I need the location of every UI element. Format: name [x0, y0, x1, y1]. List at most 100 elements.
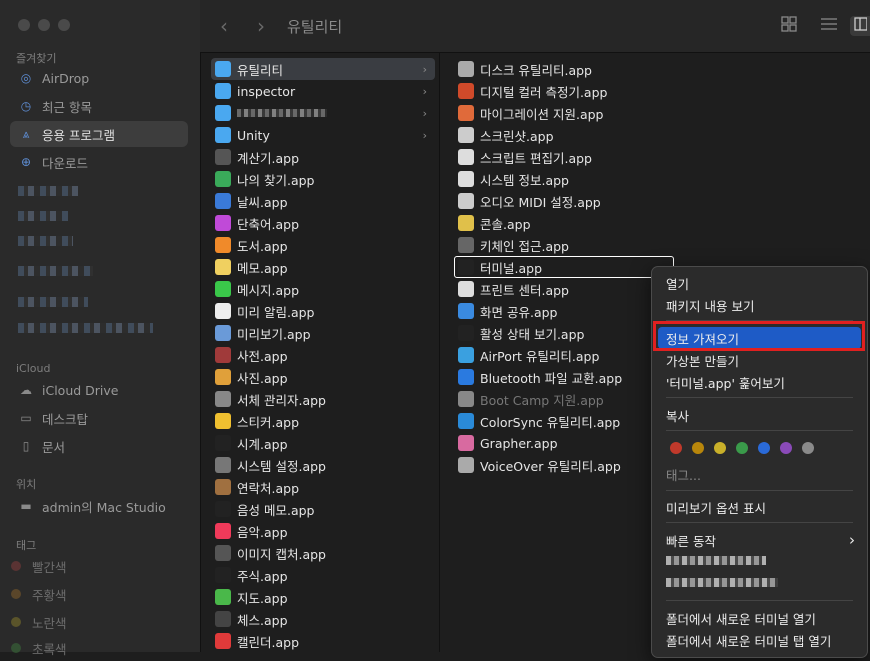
item-label: 유틸리티	[237, 62, 284, 78]
menu-item-show-preview-options[interactable]: 미리보기 옵션 표시	[658, 496, 861, 518]
list-item-app[interactable]: 키체인 접근.app	[454, 234, 694, 256]
list-item-app[interactable]: 디지털 컬러 측정기.app	[454, 80, 694, 102]
list-item-app[interactable]: 스크린샷.app	[454, 124, 694, 146]
sidebar-item-label: 문서	[42, 439, 66, 455]
redacted-sidebar-item[interactable]	[18, 297, 88, 307]
menu-item-copy[interactable]: 복사	[658, 404, 861, 426]
list-item-app[interactable]: 도서.app	[211, 234, 435, 256]
list-item-app[interactable]: 콘솔.app	[454, 212, 694, 234]
list-item-app[interactable]: 사전.app	[211, 344, 435, 366]
minimize-window-button[interactable]	[38, 19, 50, 31]
list-item-redacted-folder[interactable]: ›	[211, 102, 435, 124]
window-controls	[18, 19, 70, 31]
menu-item-new-terminal-at-folder[interactable]: 폴더에서 새로운 터미널 열기	[658, 607, 861, 629]
tag-red-icon[interactable]	[670, 442, 682, 454]
redacted-sidebar-item[interactable]	[18, 186, 78, 196]
item-label: 지도.app	[237, 590, 288, 606]
sidebar-tag-red[interactable]: 빨간색	[0, 553, 178, 579]
item-label: 체스.app	[237, 612, 288, 628]
menu-item-open[interactable]: 열기	[658, 272, 861, 294]
item-label: 미리 알림.app	[237, 304, 315, 320]
list-item-app[interactable]: 음성 메모.app	[211, 498, 435, 520]
sidebar-item-mac-studio[interactable]: ▬ admin의 Mac Studio	[10, 493, 188, 519]
item-label: AirPort 유틸리티.app	[480, 348, 600, 364]
list-view-icon[interactable]	[818, 16, 840, 36]
menu-item-label: 폴더에서 새로운 터미널 탭 열기	[666, 633, 832, 649]
list-item-app[interactable]: 연락처.app	[211, 476, 435, 498]
list-item-app[interactable]: 캘린더.app	[211, 630, 435, 652]
menu-item-quick-actions[interactable]: 빠른 동작 ›	[658, 529, 861, 551]
list-item-app[interactable]: 체스.app	[211, 608, 435, 630]
tag-yellow-icon[interactable]	[714, 442, 726, 454]
list-item-app[interactable]: 계산기.app	[211, 146, 435, 168]
sidebar-item-applications[interactable]: ⩓ 응용 프로그램	[10, 121, 188, 147]
menu-item-tags[interactable]: 태그...	[658, 463, 861, 485]
highlight-annotation-box	[653, 321, 865, 351]
list-item-app[interactable]: 터미널.app	[454, 256, 674, 278]
redacted-sidebar-item[interactable]	[18, 266, 93, 276]
list-item-utilities-folder[interactable]: 유틸리티 ›	[211, 58, 435, 80]
column-view-icon[interactable]	[850, 16, 870, 36]
menu-item-make-alias[interactable]: 가상본 만들기	[658, 349, 861, 371]
tag-green-icon[interactable]	[736, 442, 748, 454]
app-icon	[458, 105, 474, 121]
tag-orange-icon[interactable]	[692, 442, 704, 454]
icon-view-grid-icon[interactable]	[778, 16, 800, 36]
list-item-app[interactable]: 주식.app	[211, 564, 435, 586]
list-item-app[interactable]: 스크립트 편집기.app	[454, 146, 694, 168]
list-item-app[interactable]: 마이그레이션 지원.app	[454, 102, 694, 124]
sidebar-item-desktop[interactable]: ▭ 데스크탑	[10, 405, 188, 431]
list-item-app[interactable]: 미리 알림.app	[211, 300, 435, 322]
list-item-app[interactable]: 날씨.app	[211, 190, 435, 212]
sidebar-tag-yellow[interactable]: 노란색	[0, 609, 178, 635]
tag-purple-icon[interactable]	[780, 442, 792, 454]
item-label: 연락처.app	[237, 480, 300, 496]
list-item-app[interactable]: 이미지 캡처.app	[211, 542, 435, 564]
tag-color-picker	[670, 442, 814, 454]
list-item-app[interactable]: 음악.app	[211, 520, 435, 542]
sidebar-item-icloud-drive[interactable]: ☁ iCloud Drive	[10, 377, 188, 403]
redacted-sidebar-item[interactable]	[18, 211, 68, 221]
sidebar-item-downloads[interactable]: ⊕ 다운로드	[10, 149, 188, 175]
redacted-menu-item[interactable]	[666, 578, 778, 587]
sidebar-item-airdrop[interactable]: ◎ AirDrop	[10, 65, 188, 91]
item-label: 계산기.app	[237, 150, 300, 166]
list-item-app[interactable]: 시계.app	[211, 432, 435, 454]
redacted-sidebar-item[interactable]	[18, 323, 153, 333]
tag-gray-icon[interactable]	[802, 442, 814, 454]
list-item-app[interactable]: 사진.app	[211, 366, 435, 388]
list-item-app[interactable]: 메모.app	[211, 256, 435, 278]
list-item-app[interactable]: 미리보기.app	[211, 322, 435, 344]
sidebar-item-recents[interactable]: ◷ 최근 항목	[10, 93, 188, 119]
redacted-menu-item[interactable]	[666, 556, 766, 565]
list-item-app[interactable]: 디스크 유틸리티.app	[454, 58, 694, 80]
tag-blue-icon[interactable]	[758, 442, 770, 454]
list-item-app[interactable]: 시스템 설정.app	[211, 454, 435, 476]
list-item-app[interactable]: 오디오 MIDI 설정.app	[454, 190, 694, 212]
close-window-button[interactable]	[18, 19, 30, 31]
list-item-app[interactable]: 나의 찾기.app	[211, 168, 435, 190]
window-title: 유틸리티	[287, 18, 343, 36]
list-item-app[interactable]: 스티커.app	[211, 410, 435, 432]
zoom-window-button[interactable]	[58, 19, 70, 31]
sidebar-tag-green[interactable]: 초록색	[0, 635, 178, 661]
menu-item-label: 패키지 내용 보기	[666, 298, 755, 314]
sidebar-item-documents[interactable]: ▯ 문서	[10, 433, 188, 459]
back-button[interactable]: ‹	[220, 14, 228, 38]
menu-item-new-terminal-tab-at-folder[interactable]: 폴더에서 새로운 터미널 탭 열기	[658, 629, 861, 651]
list-item-app[interactable]: 서체 관리자.app	[211, 388, 435, 410]
item-label: ColorSync 유틸리티.app	[480, 414, 621, 430]
list-item-app[interactable]: 지도.app	[211, 586, 435, 608]
menu-item-quick-look[interactable]: '터미널.app' 훑어보기	[658, 371, 861, 393]
list-item-app[interactable]: 시스템 정보.app	[454, 168, 694, 190]
list-item-inspector-folder[interactable]: inspector ›	[211, 80, 435, 102]
redacted-sidebar-item[interactable]	[18, 236, 73, 246]
list-item-app[interactable]: 메시지.app	[211, 278, 435, 300]
forward-button[interactable]: ›	[257, 14, 265, 38]
sidebar-item-label: AirDrop	[42, 70, 90, 86]
chevron-right-icon: ›	[422, 62, 427, 76]
list-item-unity-folder[interactable]: Unity ›	[211, 124, 435, 146]
list-item-app[interactable]: 단축어.app	[211, 212, 435, 234]
menu-item-show-package-contents[interactable]: 패키지 내용 보기	[658, 294, 861, 316]
sidebar-tag-orange[interactable]: 주황색	[0, 581, 178, 607]
